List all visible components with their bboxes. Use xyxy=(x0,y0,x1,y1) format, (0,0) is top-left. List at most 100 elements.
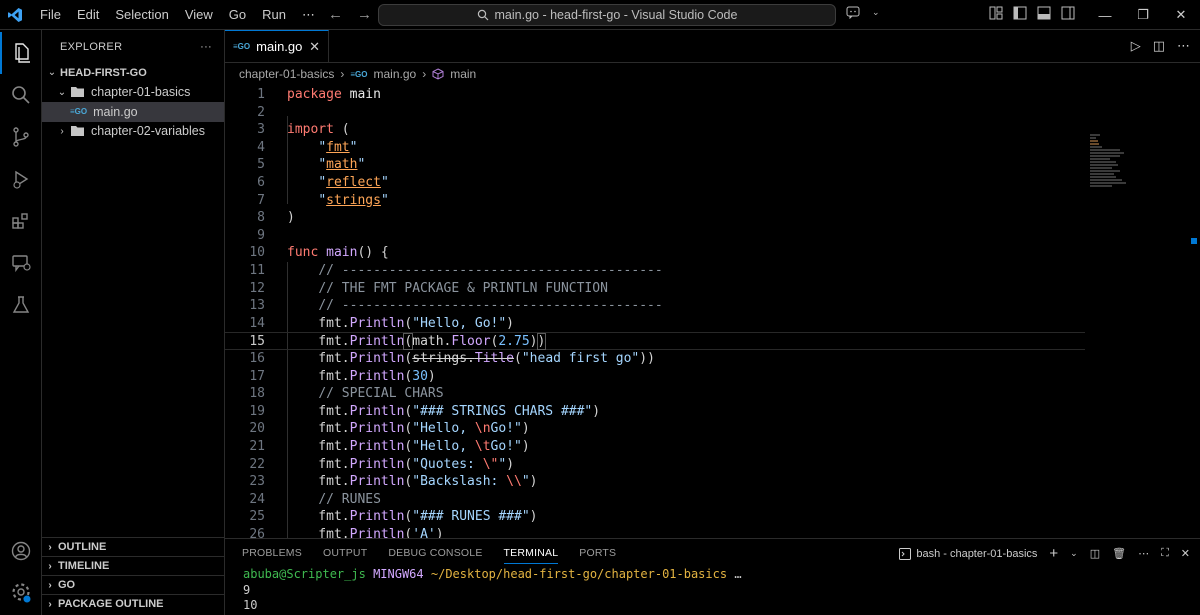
code-line-current: 15 fmt.Println(math.Floor(2.75)) xyxy=(225,332,1085,351)
more-actions-icon[interactable]: ⋯ xyxy=(1138,547,1149,560)
line-number: 11 xyxy=(249,263,265,278)
explorer-icon[interactable] xyxy=(0,32,42,74)
settings-gear-icon[interactable] xyxy=(0,571,42,613)
tab-ports[interactable]: PORTS xyxy=(579,547,616,559)
tab-main-go[interactable]: ≡GO main.go ✕ xyxy=(225,30,329,62)
package-outline-section[interactable]: › PACKAGE OUTLINE xyxy=(42,594,225,613)
menu-file[interactable]: File xyxy=(32,0,69,30)
restore-icon[interactable]: ❐ xyxy=(1124,0,1162,30)
package-outline-label: PACKAGE OUTLINE xyxy=(58,598,164,610)
code-line: 14 fmt.Println("Hello, Go!") xyxy=(225,315,1085,333)
line-number: 13 xyxy=(249,298,265,314)
code-line: 25 fmt.Println("### RUNES ###") xyxy=(225,508,1085,526)
chevron-right-icon: › xyxy=(48,579,52,591)
tab-terminal[interactable]: TERMINAL xyxy=(503,547,559,564)
tree-item-label: chapter-01-basics xyxy=(91,85,191,100)
breadcrumb-file[interactable]: main.go xyxy=(374,67,417,81)
tab-problems[interactable]: PROBLEMS xyxy=(242,547,302,559)
explorer-sidebar: EXPLORER ··· ⌄ HEAD-FIRST-GO ⌄ chapter-0… xyxy=(42,30,225,615)
search-view-icon[interactable] xyxy=(0,74,42,116)
tab-output[interactable]: OUTPUT xyxy=(323,547,367,559)
code-line: 20 fmt.Println("Hello, \nGo!") xyxy=(225,420,1085,438)
tree-item-label: chapter-02-variables xyxy=(91,124,205,139)
explorer-more-icon[interactable]: ··· xyxy=(200,41,212,53)
code-line: 18 // SPECIAL CHARS xyxy=(225,385,1085,403)
workspace-root[interactable]: ⌄ HEAD-FIRST-GO xyxy=(42,63,224,83)
kill-terminal-icon[interactable]: 🗑 xyxy=(1112,547,1126,560)
split-terminal-icon[interactable]: ◫ xyxy=(1090,547,1100,560)
explorer-title: EXPLORER xyxy=(60,40,123,53)
line-number: 10 xyxy=(249,245,265,261)
line-number: 12 xyxy=(249,280,265,296)
title-bar: File Edit Selection View Go Run ⋯ ← → ma… xyxy=(0,0,1200,30)
toggle-primary-sidebar-icon[interactable] xyxy=(1012,5,1028,21)
go-section-label: GO xyxy=(58,579,76,591)
line-number: 5 xyxy=(257,157,265,173)
chevron-down-icon: ⌄ xyxy=(57,86,67,98)
toggle-secondary-sidebar-icon[interactable] xyxy=(1060,5,1076,21)
back-arrow-icon[interactable]: ← xyxy=(328,6,343,23)
line-number: 3 xyxy=(257,122,265,138)
timeline-label: TIMELINE xyxy=(58,560,110,572)
testing-flask-icon[interactable] xyxy=(0,284,42,326)
run-file-icon[interactable]: ▷ xyxy=(1131,38,1141,54)
code-editor[interactable]: 1 package main 2 3 import ( 4 "fmt" 5 "mat… xyxy=(225,86,1200,542)
workspace-root-label: HEAD-FIRST-GO xyxy=(60,66,147,79)
command-center-search[interactable]: main.go - head-first-go - Visual Studio … xyxy=(378,4,836,26)
split-editor-icon[interactable]: ◫ xyxy=(1153,38,1165,54)
code-line: 11 // ----------------------------------… xyxy=(225,262,1085,280)
tab-debug-console[interactable]: DEBUG CONSOLE xyxy=(388,547,482,559)
tree-item-label: main.go xyxy=(93,104,138,119)
breadcrumb: chapter-01-basics › ≡GO main.go › main xyxy=(225,63,1200,85)
code-line: 4 "fmt" xyxy=(225,139,1085,157)
chevron-down-icon[interactable]: ⌄ xyxy=(872,7,880,18)
search-icon xyxy=(477,9,488,21)
menu-go[interactable]: Go xyxy=(221,0,254,30)
line-number: 15 xyxy=(249,334,265,350)
folder-icon xyxy=(71,126,84,137)
menu-edit[interactable]: Edit xyxy=(69,0,107,30)
chevron-right-icon: › xyxy=(340,67,345,81)
minimize-icon[interactable]: — xyxy=(1086,0,1124,30)
breadcrumb-folder[interactable]: chapter-01-basics xyxy=(239,67,334,81)
menu-selection[interactable]: Selection xyxy=(107,0,176,30)
run-debug-icon[interactable] xyxy=(0,158,42,200)
code-line: 8) xyxy=(225,209,1085,227)
line-number: 9 xyxy=(257,227,265,243)
code-line: 17 fmt.Println(30) xyxy=(225,368,1085,386)
terminal-output[interactable]: abuba@Scripter_js MINGW64 ~/Desktop/head… xyxy=(225,567,1200,614)
new-terminal-icon[interactable]: + xyxy=(1049,545,1058,562)
breadcrumb-symbol[interactable]: main xyxy=(450,67,476,81)
menu-more[interactable]: ⋯ xyxy=(294,0,323,30)
more-actions-icon[interactable]: ⋯ xyxy=(1177,38,1190,54)
tree-item-chapter-02-variables[interactable]: › chapter-02-variables xyxy=(42,122,224,142)
outline-section[interactable]: › OUTLINE xyxy=(42,537,225,556)
tree-item-main-go[interactable]: ≡GO main.go xyxy=(42,102,224,122)
accounts-icon[interactable] xyxy=(0,530,42,572)
maximize-panel-icon[interactable]: ⛶ xyxy=(1161,547,1169,560)
customize-layout-icon[interactable] xyxy=(988,5,1004,21)
toggle-panel-icon[interactable] xyxy=(1036,5,1052,21)
code-line: 9 xyxy=(225,227,1085,245)
go-file-icon: ≡GO xyxy=(350,69,368,79)
forward-arrow-icon[interactable]: → xyxy=(357,6,372,23)
close-icon[interactable]: ✕ xyxy=(309,39,320,55)
remote-explorer-icon[interactable] xyxy=(0,242,42,284)
minimap[interactable] xyxy=(1090,134,1150,204)
source-control-icon[interactable] xyxy=(0,116,42,158)
extensions-icon[interactable] xyxy=(0,200,42,242)
menu-view[interactable]: View xyxy=(177,0,221,30)
close-window-icon[interactable]: ✕ xyxy=(1162,0,1200,30)
terminal-instance[interactable]: bash - chapter-01-basics xyxy=(899,547,1037,560)
code-line: 7 "strings" xyxy=(225,192,1085,210)
outline-label: OUTLINE xyxy=(58,541,107,553)
chevron-right-icon: › xyxy=(48,560,52,572)
menu-run[interactable]: Run xyxy=(254,0,294,30)
go-section[interactable]: › GO xyxy=(42,575,225,594)
chevron-down-icon[interactable]: ⌄ xyxy=(1070,548,1078,559)
close-panel-icon[interactable]: ✕ xyxy=(1181,547,1190,560)
timeline-section[interactable]: › TIMELINE xyxy=(42,556,225,575)
copilot-chat-icon[interactable] xyxy=(846,5,862,19)
tree-item-chapter-01-basics[interactable]: ⌄ chapter-01-basics xyxy=(42,83,224,103)
folder-open-icon xyxy=(71,87,84,98)
